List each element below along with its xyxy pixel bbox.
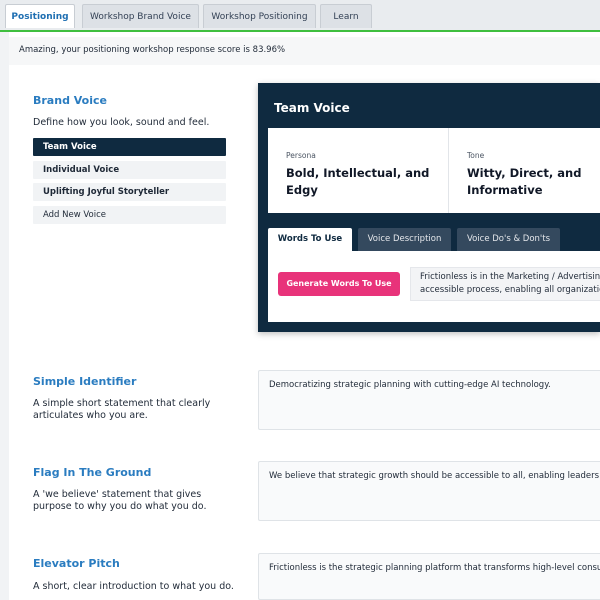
flag-in-ground-desc-line2: purpose to why you do what you do. bbox=[33, 501, 207, 512]
persona-value-line1: Bold, Intellectual, and bbox=[286, 166, 430, 180]
tab-workshop-positioning[interactable]: Workshop Positioning bbox=[203, 4, 316, 28]
flag-in-ground-desc-line1: A 'we believe' statement that gives bbox=[33, 489, 202, 500]
voice-card: Team Voice Persona Bold, Intellectual, a… bbox=[258, 83, 600, 332]
brand-voice-title: Brand Voice bbox=[33, 94, 107, 107]
tone-value-line2: Informative bbox=[467, 183, 543, 197]
brand-voice-description: Define how you look, sound and feel. bbox=[33, 117, 210, 128]
elevator-pitch-desc-line1: A short, clear introduction to what you … bbox=[33, 581, 234, 592]
simple-identifier-desc-line2: articulates who you are. bbox=[33, 410, 148, 421]
persona-tone-box: Persona Bold, Intellectual, and Edgy Ton… bbox=[268, 128, 600, 213]
voice-item-team[interactable]: Team Voice bbox=[33, 138, 226, 156]
tab-positioning[interactable]: Positioning bbox=[5, 4, 75, 28]
words-to-use-text[interactable]: Frictionless is in the Marketing / Adver… bbox=[410, 267, 600, 301]
subtab-voice-description[interactable]: Voice Description bbox=[358, 228, 451, 251]
generate-words-button[interactable]: Generate Words To Use bbox=[278, 272, 400, 296]
persona-tone-divider bbox=[448, 128, 449, 213]
words-to-use-panel: Generate Words To Use Frictionless is in… bbox=[268, 251, 600, 322]
tone-value-line1: Witty, Direct, and bbox=[467, 166, 582, 180]
add-new-voice-button[interactable]: Add New Voice bbox=[33, 206, 226, 224]
tab-learn[interactable]: Learn bbox=[320, 4, 372, 28]
voice-item-uplifting[interactable]: Uplifting Joyful Storyteller bbox=[33, 183, 226, 201]
score-banner: Amazing, your positioning workshop respo… bbox=[9, 37, 600, 65]
persona-value-line2: Edgy bbox=[286, 183, 318, 197]
top-tab-bar: Positioning Workshop Brand Voice Worksho… bbox=[0, 0, 600, 30]
voice-item-individual[interactable]: Individual Voice bbox=[33, 161, 226, 179]
simple-identifier-input[interactable]: Democratizing strategic planning with cu… bbox=[258, 370, 600, 430]
subtab-voice-dos-donts[interactable]: Voice Do's & Don'ts bbox=[457, 228, 560, 251]
persona-label: Persona bbox=[286, 151, 316, 160]
flag-in-ground-input[interactable]: We believe that strategic growth should … bbox=[258, 461, 600, 521]
tone-label: Tone bbox=[467, 151, 485, 160]
subtab-words-to-use[interactable]: Words To Use bbox=[268, 228, 352, 251]
simple-identifier-title: Simple Identifier bbox=[33, 375, 137, 388]
tab-workshop-brand-voice[interactable]: Workshop Brand Voice bbox=[82, 4, 199, 28]
voice-card-title: Team Voice bbox=[274, 101, 350, 115]
simple-identifier-desc-line1: A simple short statement that clearly bbox=[33, 398, 211, 409]
elevator-pitch-title: Elevator Pitch bbox=[33, 557, 120, 570]
elevator-pitch-input[interactable]: Frictionless is the strategic planning p… bbox=[258, 553, 600, 600]
words-line-1: Frictionless is in the Marketing / Adver… bbox=[420, 272, 600, 282]
words-line-2: accessible process, enabling all organiz… bbox=[420, 284, 600, 295]
flag-in-ground-title: Flag In The Ground bbox=[33, 466, 152, 479]
